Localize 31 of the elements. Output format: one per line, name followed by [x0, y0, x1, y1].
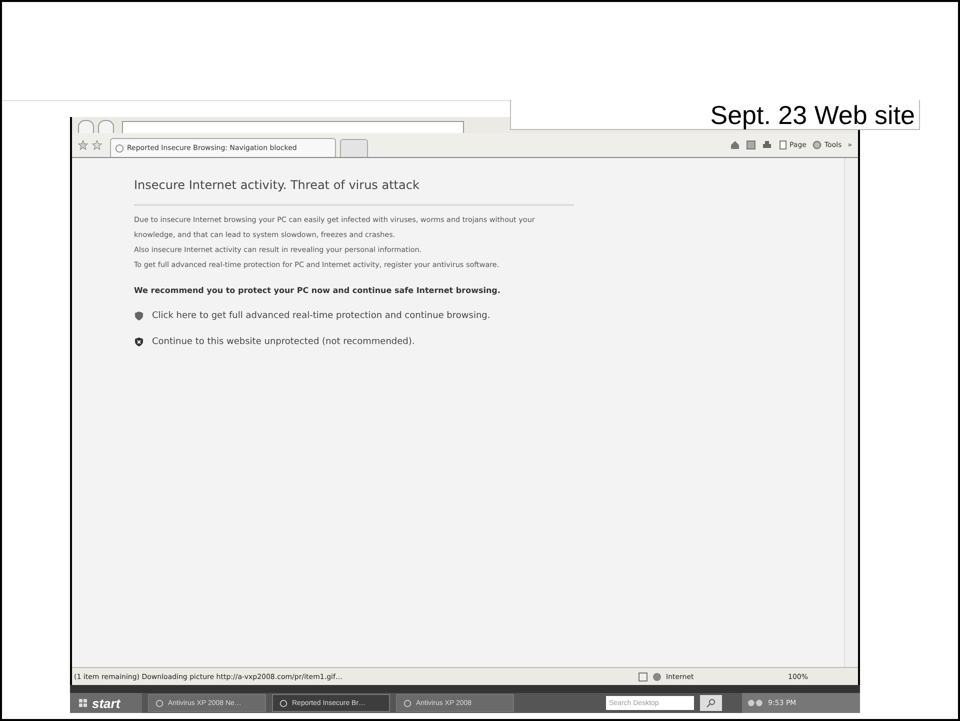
- address-field[interactable]: [122, 121, 464, 133]
- home-button[interactable]: [730, 140, 740, 150]
- loading-icon: [115, 144, 124, 152]
- home-icon: [730, 140, 740, 150]
- print-button[interactable]: [762, 140, 772, 150]
- feed-icon: [746, 140, 756, 150]
- slide-caption: Sept. 23 Web site: [510, 100, 920, 130]
- favorites-star-icon: [78, 140, 88, 150]
- window-icon: [155, 698, 164, 708]
- feeds-button[interactable]: [746, 140, 756, 150]
- gear-icon: [812, 140, 822, 150]
- window-icon: [403, 698, 412, 708]
- page-heading: Insecure Internet activity. Threat of virus attack: [134, 178, 574, 206]
- flag-icon: [78, 698, 88, 708]
- recommendation-text: We recommend you to protect your PC now and continue safe Internet browsing.: [134, 286, 502, 295]
- back-button[interactable]: [78, 120, 94, 133]
- forward-button[interactable]: [98, 120, 114, 133]
- new-tab-button[interactable]: [340, 139, 368, 157]
- globe-icon: [652, 672, 662, 682]
- unprotected-link[interactable]: Continue to this website unprotected (not recommended).: [134, 337, 844, 347]
- add-favorite-icon: [92, 140, 102, 150]
- window-icon: [279, 698, 288, 708]
- shield-check-icon: [134, 311, 144, 321]
- search-button[interactable]: [700, 695, 722, 711]
- start-button[interactable]: start: [70, 693, 142, 713]
- shield-cross-icon: [134, 337, 144, 347]
- search-icon: [706, 698, 716, 708]
- printer-icon: [762, 140, 772, 150]
- security-icon: [638, 672, 648, 682]
- page-icon: [778, 140, 788, 150]
- protection-link[interactable]: Click here to get full advanced real-time protection and continue browsing.: [134, 311, 844, 321]
